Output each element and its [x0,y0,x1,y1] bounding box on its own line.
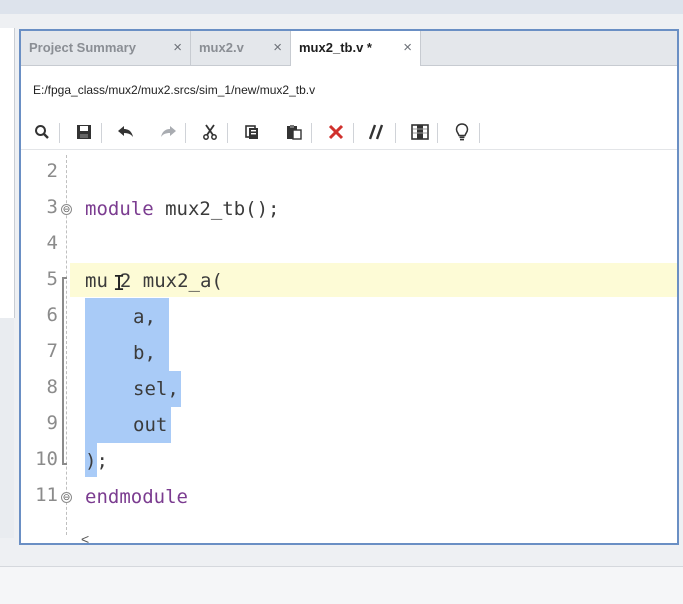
columns-icon[interactable] [407,119,433,145]
code-line-9[interactable]: out [133,414,167,436]
close-icon[interactable]: × [173,39,182,56]
tab-project-summary[interactable]: Project Summary × [21,31,191,65]
code-editor: Project Summary × mux2.v × mux2_tb.v * ×… [19,29,679,545]
search-icon[interactable] [29,119,55,145]
line-number: 4 [46,232,58,254]
delete-icon[interactable] [323,119,349,145]
fold-toggle-icon[interactable]: ⊖ [61,204,72,215]
selection [85,335,169,371]
line-number: 2 [46,160,58,182]
line-number: 3 [46,196,58,218]
line-number: 8 [46,376,58,398]
fold-bracket [62,277,67,465]
paste-icon[interactable] [281,119,307,145]
line-number: 6 [46,304,58,326]
code-text: mu [85,270,108,292]
code-line-11[interactable]: endmodule [85,486,188,508]
file-path: E:/fpga_class/mux2/mux2.srcs/sim_1/new/m… [33,83,316,97]
left-panel-lower [0,318,14,538]
undo-icon[interactable] [113,119,139,145]
selection [85,298,169,335]
line-number: 10 [35,448,58,470]
close-icon[interactable]: × [273,39,282,56]
code-line-7[interactable]: b, [133,342,156,364]
code-line-3[interactable]: module mux2_tb(); [85,198,279,220]
fold-toggle-icon[interactable]: ⊖ [61,492,72,503]
left-panel [0,28,15,318]
scroll-left-icon[interactable]: < [81,531,89,543]
editor-toolbar [21,115,677,150]
cut-icon[interactable] [197,119,223,145]
tab-mux2-tb-v[interactable]: mux2_tb.v * × [291,31,421,66]
text-cursor-icon: I [113,271,126,295]
redo-icon[interactable] [155,119,181,145]
comment-icon[interactable] [365,119,391,145]
keyword: module [85,198,154,220]
tab-label: mux2.v [199,40,244,55]
code-text: 2 mux2_a( [119,270,223,292]
code-line-6[interactable]: a, [133,306,156,328]
tab-label: Project Summary [29,40,136,55]
code-line-8[interactable]: sel, [133,378,179,400]
code-line-5[interactable]: mu 2 mux2_a( [85,270,223,292]
tab-mux2-v[interactable]: mux2.v × [191,31,291,65]
line-number: 9 [46,412,58,434]
keyword: endmodule [85,486,188,508]
tab-bar: Project Summary × mux2.v × mux2_tb.v * × [21,31,677,66]
line-number-gutter: 2 3 4 5 6 7 8 9 10 11 [21,150,66,543]
tab-label: mux2_tb.v * [299,40,372,55]
copy-icon[interactable] [239,119,265,145]
code-text: mux2_tb(); [153,198,280,220]
close-icon[interactable]: × [403,39,412,56]
lightbulb-icon[interactable] [449,119,475,145]
line-number: 11 [35,484,58,506]
window-top-strip [0,0,683,14]
bottom-panel [0,566,683,604]
save-icon[interactable] [71,119,97,145]
line-number: 7 [46,340,58,362]
code-line-10[interactable]: ); [85,450,108,472]
line-number: 5 [46,268,58,290]
